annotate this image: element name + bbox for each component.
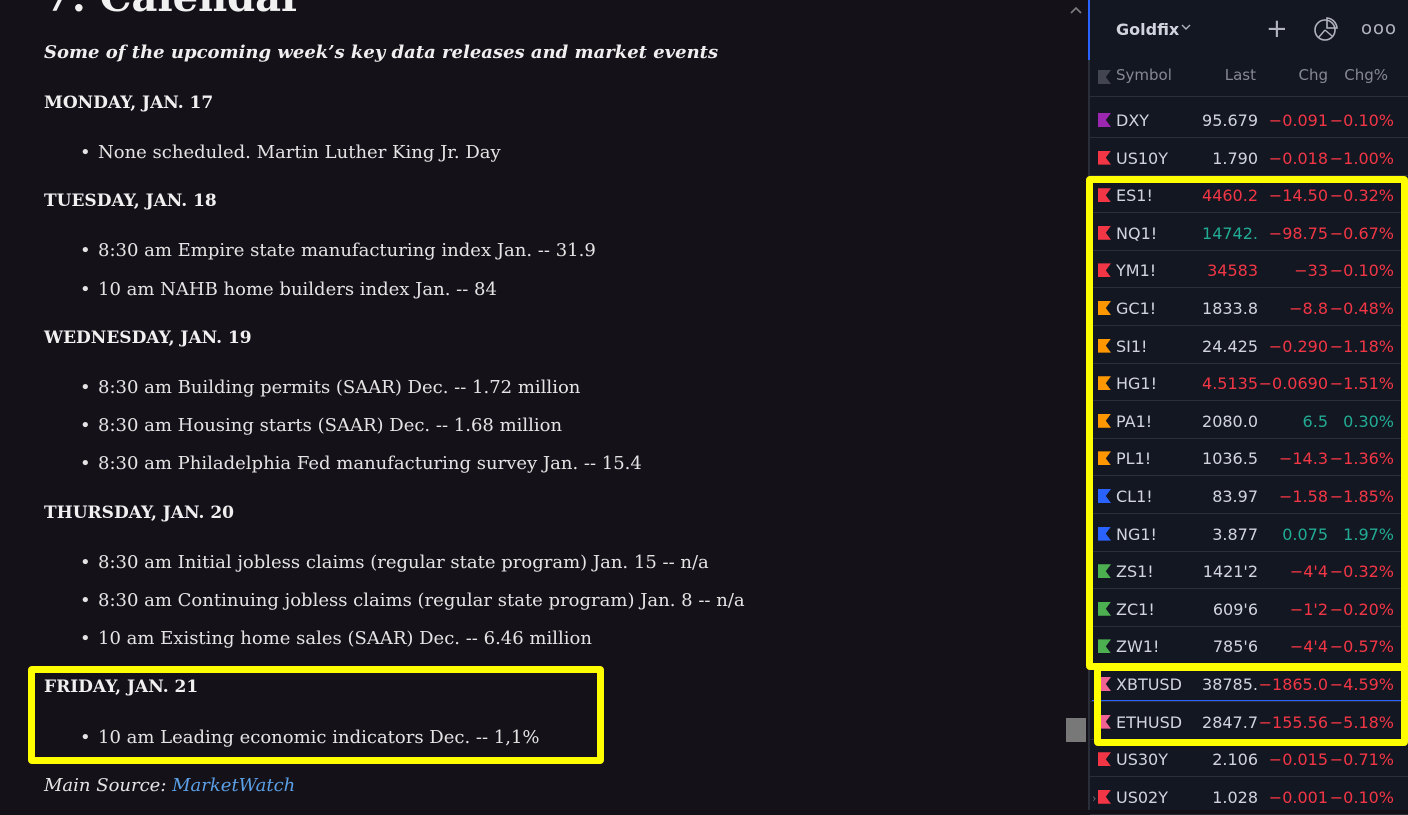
highlight-box-friday xyxy=(28,666,604,764)
marketwatch-link[interactable]: MarketWatch xyxy=(172,775,295,796)
flag-icon[interactable] xyxy=(1098,113,1111,127)
chg-cell: −0.091 xyxy=(1268,111,1328,130)
more-options-button[interactable]: ooo xyxy=(1361,18,1397,39)
list-item: • 8:30 am Philadelphia Fed manufacturing … xyxy=(80,453,642,474)
flag-icon[interactable] xyxy=(1098,752,1111,767)
chg-percent-cell: −0.10% xyxy=(1329,111,1394,130)
watchlist-title[interactable]: Goldfix xyxy=(1116,20,1179,39)
last-cell: 2.106 xyxy=(1212,750,1258,770)
column-header-symbol[interactable]: Symbol xyxy=(1116,66,1172,88)
flag-icon[interactable] xyxy=(1098,150,1111,165)
article-subtitle: Some of the upcoming week’s key data rel… xyxy=(44,42,719,63)
watchlist-header: Goldfix + ooo xyxy=(1090,0,1408,60)
highlight-box-futures xyxy=(1086,176,1408,670)
chg-cell: −0.018 xyxy=(1268,148,1328,168)
symbol-cell: US30Y xyxy=(1116,750,1168,770)
list-item: • 10 am Existing home sales (SAAR) Dec. -… xyxy=(80,628,592,649)
symbol-cell: US02Y xyxy=(1116,787,1168,807)
chg-cell: −0.001 xyxy=(1268,787,1328,807)
header-divider xyxy=(1090,96,1408,97)
table-row[interactable]: US10Y 1.790 −0.018 −1.00% xyxy=(1090,139,1408,176)
scrollbar-track[interactable] xyxy=(1063,0,1088,810)
list-item: • 10 am NAHB home builders index Jan. -- … xyxy=(80,279,497,300)
chg-cell: −0.015 xyxy=(1268,750,1328,770)
chg-percent-cell: −1.00% xyxy=(1329,148,1394,168)
column-header-chg[interactable]: Chg xyxy=(1298,66,1328,88)
highlight-box-crypto xyxy=(1094,664,1408,746)
last-cell: 95.679 xyxy=(1202,111,1258,130)
chg-percent-cell: −0.10% xyxy=(1329,787,1394,807)
flag-icon[interactable] xyxy=(1098,789,1111,804)
table-row[interactable]: US02Y 1.028 −0.001 −0.10% xyxy=(1090,778,1408,815)
flag-icon[interactable] xyxy=(1098,70,1111,84)
list-item: • 8:30 am Housing starts (SAAR) Dec. -- 1… xyxy=(80,415,563,436)
symbol-cell: DXY xyxy=(1116,111,1150,130)
list-item: • 8:30 am Continuing jobless claims (regu… xyxy=(80,590,745,611)
article-pane: 7. Calendar Some of the upcoming week’s … xyxy=(0,0,1088,810)
chg-percent-cell: −0.71% xyxy=(1329,750,1394,770)
pie-chart-icon[interactable] xyxy=(1313,16,1339,42)
last-cell: 1.790 xyxy=(1212,148,1258,168)
chevron-up-icon[interactable] xyxy=(1067,0,1085,20)
day-heading-wednesday: WEDNESDAY, JAN. 19 xyxy=(44,328,252,348)
table-row[interactable]: DXY 95.679 −0.091 −0.10% xyxy=(1090,101,1408,138)
day-heading-tuesday: TUESDAY, JAN. 18 xyxy=(44,191,217,211)
main-source: Main Source: MarketWatch xyxy=(44,775,296,796)
chevron-down-icon[interactable] xyxy=(1181,20,1191,35)
last-cell: 1.028 xyxy=(1212,787,1258,807)
scrollbar-thumb[interactable] xyxy=(1066,718,1086,742)
list-item: • 8:30 am Empire state manufacturing inde… xyxy=(80,240,596,261)
day-heading-monday: MONDAY, JAN. 17 xyxy=(44,93,214,113)
list-item: • None scheduled. Martin Luther King Jr. … xyxy=(80,142,501,163)
list-item: • 8:30 am Building permits (SAAR) Dec. --… xyxy=(80,377,581,398)
list-item: • 8:30 am Initial jobless claims (regular… xyxy=(80,552,709,573)
column-header-last[interactable]: Last xyxy=(1225,66,1256,88)
add-symbol-button[interactable]: + xyxy=(1266,14,1288,44)
symbol-cell: US10Y xyxy=(1116,148,1168,168)
chevron-right-icon[interactable]: › xyxy=(1092,792,1096,805)
day-heading-thursday: THURSDAY, JAN. 20 xyxy=(44,503,234,523)
column-header-chg-percent[interactable]: Chg% xyxy=(1344,66,1388,88)
page-title: 7. Calendar xyxy=(44,0,302,21)
